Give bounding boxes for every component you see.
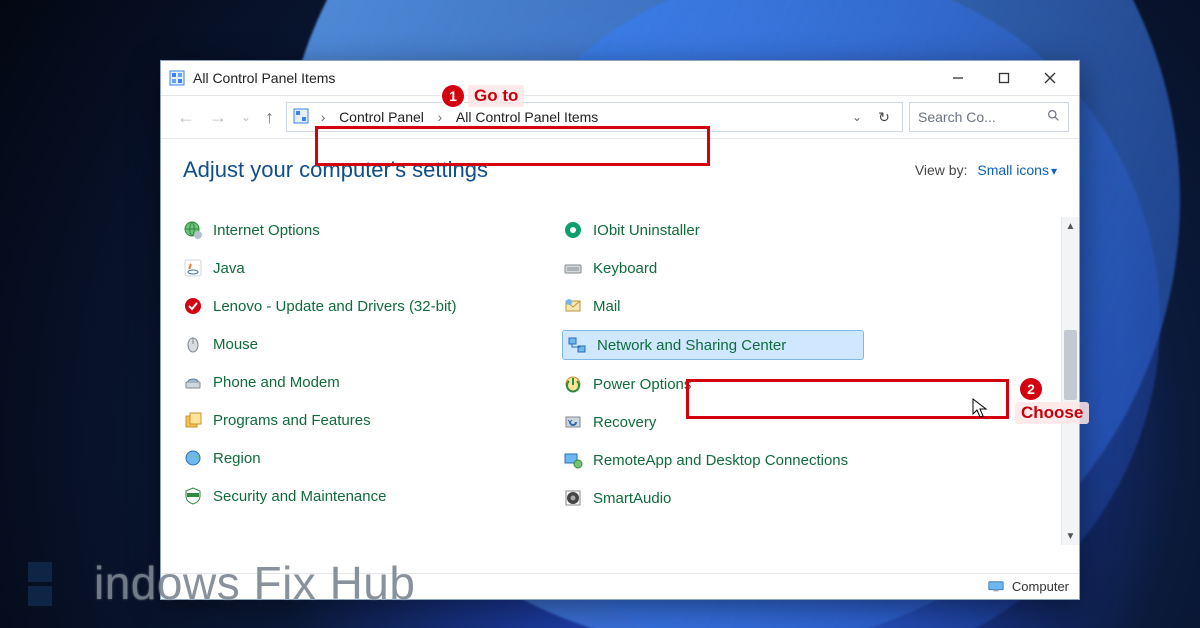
control-panel-item[interactable]: Security and Maintenance [183, 483, 483, 509]
lenovo-icon [183, 296, 203, 316]
search-input[interactable]: Search Co... [909, 102, 1069, 132]
item-label: RemoteApp and Desktop Connections [593, 452, 848, 469]
scroll-down-button[interactable]: ▼ [1062, 527, 1079, 545]
control-panel-item[interactable]: Programs and Features [183, 407, 483, 433]
globe-gear-icon [183, 220, 203, 240]
smartaudio-icon [563, 488, 583, 508]
control-panel-item[interactable]: Mouse [183, 331, 483, 357]
view-by-value: Small icons [977, 162, 1049, 178]
control-panel-item[interactable]: RemoteApp and Desktop Connections [563, 447, 863, 473]
watermark-logo-icon [28, 556, 82, 610]
titlebar: All Control Panel Items [161, 61, 1079, 95]
address-dropdown-button[interactable]: ⌄ [852, 110, 862, 124]
control-panel-window: All Control Panel Items ← → ⌄ ↑ [160, 60, 1080, 600]
programs-icon [183, 410, 203, 430]
search-placeholder: Search Co... [918, 109, 996, 125]
iobit-icon [563, 220, 583, 240]
java-icon [183, 258, 203, 278]
breadcrumb-segment[interactable]: All Control Panel Items [452, 107, 602, 127]
item-label: Java [213, 260, 245, 277]
control-panel-item[interactable]: Phone and Modem [183, 369, 483, 395]
phone-modem-icon [183, 372, 203, 392]
item-label: Power Options [593, 376, 691, 393]
control-panel-item[interactable]: Java [183, 255, 483, 281]
view-by-label: View by: [915, 162, 968, 178]
back-button[interactable]: ← [177, 107, 195, 128]
control-panel-icon [293, 108, 309, 127]
item-label: Keyboard [593, 260, 657, 277]
content-area: Adjust your computer's settings View by:… [161, 139, 1079, 573]
remoteapp-icon [563, 450, 583, 470]
view-by-control[interactable]: View by: Small icons▾ [915, 162, 1057, 178]
close-button[interactable] [1027, 63, 1073, 93]
annotation-label-1: Go to [468, 85, 524, 107]
power-icon [563, 374, 583, 394]
up-button[interactable]: ↑ [265, 107, 274, 128]
item-label: Internet Options [213, 222, 320, 239]
control-panel-icon [169, 70, 185, 86]
item-label: Mail [593, 298, 621, 315]
item-label: SmartAudio [593, 490, 671, 507]
control-panel-item[interactable]: Keyboard [563, 255, 863, 281]
control-panel-item[interactable]: SmartAudio [563, 485, 863, 511]
item-label: Lenovo - Update and Drivers (32-bit) [213, 298, 456, 315]
scroll-track[interactable] [1062, 235, 1079, 527]
maximize-button[interactable] [981, 63, 1027, 93]
address-bar[interactable]: › Control Panel › All Control Panel Item… [286, 102, 903, 132]
status-bar-label: Computer [1012, 579, 1069, 594]
control-panel-item[interactable]: IObit Uninstaller [563, 217, 863, 243]
mail-icon [563, 296, 583, 316]
region-icon [183, 448, 203, 468]
status-bar: Computer [161, 573, 1079, 599]
control-panel-item[interactable]: Power Options [563, 371, 863, 397]
control-panel-item[interactable]: Recovery [563, 409, 863, 435]
page-title: Adjust your computer's settings [183, 157, 488, 183]
control-panel-item[interactable]: Network and Sharing Center [563, 331, 863, 359]
breadcrumb-segment[interactable]: Control Panel [335, 107, 428, 127]
annotation-badge-2: 2 [1020, 378, 1042, 400]
scroll-up-button[interactable]: ▲ [1062, 217, 1079, 235]
control-panel-item[interactable]: Region [183, 445, 483, 471]
control-panel-item[interactable]: Internet Options [183, 217, 483, 243]
vertical-scrollbar[interactable]: ▲ ▼ [1061, 217, 1079, 545]
search-icon [1047, 109, 1060, 125]
recovery-icon [563, 412, 583, 432]
caret-down-icon: ▾ [1051, 164, 1057, 178]
keyboard-icon [563, 258, 583, 278]
forward-button[interactable]: → [209, 107, 227, 128]
mouse-icon [183, 334, 203, 354]
navigation-bar: ← → ⌄ ↑ › Control Panel › All Control Pa… [161, 95, 1079, 139]
annotation-label-2: Choose [1015, 402, 1089, 424]
item-label: Mouse [213, 336, 258, 353]
computer-icon [988, 581, 1004, 593]
item-label: Phone and Modem [213, 374, 340, 391]
item-label: IObit Uninstaller [593, 222, 700, 239]
chevron-right-icon[interactable]: › [315, 109, 331, 125]
minimize-button[interactable] [935, 63, 981, 93]
security-icon [183, 486, 203, 506]
item-label: Region [213, 450, 261, 467]
network-icon [567, 335, 587, 355]
annotation-badge-1: 1 [442, 85, 464, 107]
item-label: Recovery [593, 414, 656, 431]
item-label: Security and Maintenance [213, 488, 386, 505]
refresh-button[interactable]: ↻ [872, 109, 896, 126]
item-label: Programs and Features [213, 412, 371, 429]
item-label: Network and Sharing Center [597, 337, 786, 354]
scroll-thumb[interactable] [1064, 330, 1077, 400]
items-area: Internet Options Java Lenovo - Update and … [183, 217, 1079, 545]
recent-locations-button[interactable]: ⌄ [241, 110, 251, 124]
window-title: All Control Panel Items [193, 70, 335, 86]
chevron-right-icon[interactable]: › [432, 109, 448, 125]
control-panel-item[interactable]: Lenovo - Update and Drivers (32-bit) [183, 293, 483, 319]
control-panel-item[interactable]: Mail [563, 293, 863, 319]
